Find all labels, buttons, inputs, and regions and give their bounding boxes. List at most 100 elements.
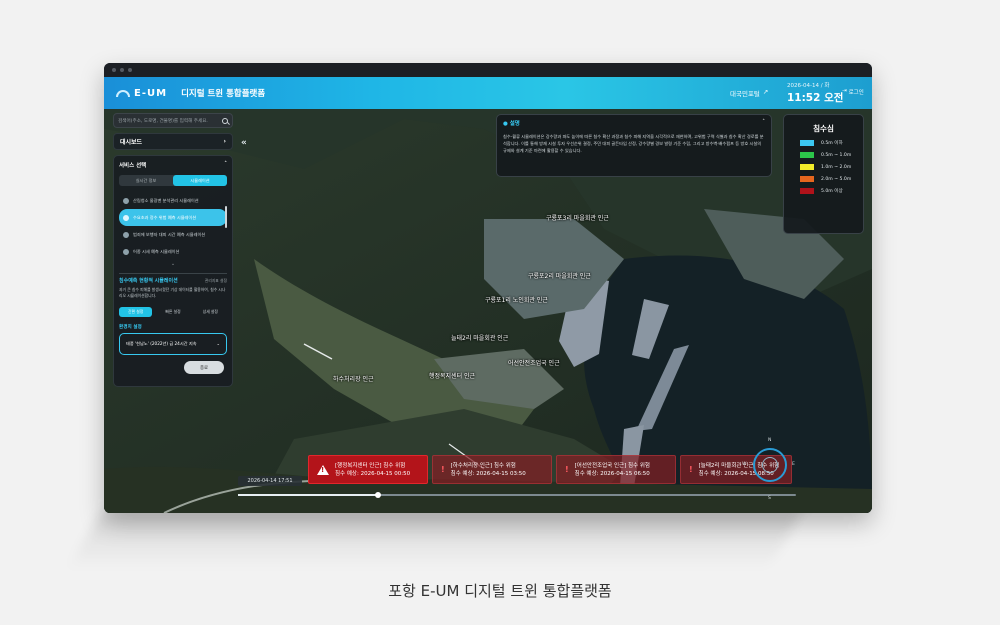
map-label[interactable]: 구룡포3리 마을회관 인근: [546, 213, 609, 222]
dashboard-button[interactable]: 대시보드 ›: [113, 133, 233, 150]
service-panel: 서비스 선택 ˄ 실시간 정보 시뮬레이션 산림청소 물광맨 분석관리 시뮬레이…: [113, 155, 233, 387]
mode-simple[interactable]: 간편 설정: [119, 307, 153, 317]
map-label[interactable]: 구룡포2리 마을회관 인근: [528, 271, 591, 280]
alert-text: [행정복지센터 인근] 침수 위험 침수 예상: 2026-04-15 00:5…: [335, 462, 410, 478]
info-panel-header[interactable]: ● 설명 ˄: [503, 119, 765, 127]
app-title: 디지털 트윈 통합플랫폼: [181, 89, 266, 99]
service-icon: [123, 248, 129, 255]
tab-simulation[interactable]: 시뮬레이션: [173, 175, 227, 186]
login-button[interactable]: ⇥ 로그인: [842, 88, 864, 96]
portal-label: 대국민포털: [730, 90, 760, 98]
legend-label: 0.5m 이하: [821, 141, 843, 146]
alert-title: [어선안전조업국 인근] 침수 위험: [574, 462, 650, 469]
portal-link[interactable]: 대국민포털 ↗: [730, 88, 768, 98]
service-item[interactable]: 범죄에 보행자 대피 시간 예측 시뮬레이션: [119, 226, 227, 243]
warning-icon: [317, 464, 329, 475]
flood-sim-description: 과거 큰 침수 피해를 발생시켰던 기상 데이터를 활용하여, 침수 시나리오 …: [119, 287, 226, 298]
compass-south: S: [768, 496, 771, 501]
map-label[interactable]: 어선안전조업국 인근: [508, 358, 560, 367]
legend-swatch: [800, 164, 814, 170]
legend-label: 2.0m ~ 5.0m: [821, 176, 852, 182]
info-panel-title: ● 설명: [503, 119, 520, 127]
legend-label: 5.0m 이상: [821, 189, 843, 194]
flood-sim-title: 침수예측 현황적 시뮬레이션: [119, 278, 178, 284]
window-titlebar: [104, 63, 872, 77]
service-tabs: 실시간 정보 시뮬레이션: [119, 175, 227, 186]
map-label[interactable]: 늘태2리 마을회관 인근: [451, 333, 508, 342]
collapse-list-icon[interactable]: ˄: [119, 264, 227, 270]
legend-swatch: [800, 176, 814, 182]
search-icon[interactable]: [222, 117, 228, 124]
legend-item: 0.5m ~ 1.0m: [800, 152, 863, 158]
app-header: E-UM 디지털 트윈 통합플랫폼 대국민포털 ↗ 2026-04-14 / 화…: [104, 77, 872, 109]
warning-icon: !: [689, 465, 693, 474]
legend-item: 2.0m ~ 5.0m: [800, 176, 863, 182]
service-label: 범죄에 보행자 대피 시간 예측 시뮬레이션: [133, 231, 206, 237]
login-label: 로그인: [848, 90, 864, 96]
tab-realtime[interactable]: 실시간 정보: [119, 175, 173, 186]
condition-select[interactable]: 태풍 '힌남노' (2022년) 급 24시간 지속 ⌄: [119, 333, 227, 355]
login-icon: ⇥: [842, 88, 847, 94]
alert-eta: 침수 예상: 2026-04-15 00:50: [335, 470, 411, 477]
legend-swatch: [800, 152, 814, 158]
alert-card[interactable]: ! [어선안전조업국 인근] 침수 위험 침수 예상: 2026-04-15 0…: [556, 455, 676, 484]
external-link-icon: ↗: [762, 88, 769, 96]
mode-detail[interactable]: 상세 설정: [194, 307, 227, 317]
legend-swatch: [800, 140, 814, 146]
divider: [119, 273, 227, 274]
service-item[interactable]: 어종 시세 예측 시뮬레이션: [119, 243, 227, 260]
chevron-up-icon: ˄: [224, 161, 227, 167]
compass-control[interactable]: N W E S: [742, 438, 795, 508]
flood-depth-legend: 침수심 0.5m 이하 0.5m ~ 1.0m 1.0m ~ 2.0m 2.0m…: [783, 114, 864, 234]
warning-icon: !: [565, 465, 569, 474]
timeline-track[interactable]: [238, 492, 796, 498]
alert-eta: 침수 예상: 2026-04-15 06:50: [574, 470, 650, 477]
search-input[interactable]: 검색어(주소, 도로명, 건물명)를 입력해 주세요.: [118, 118, 222, 124]
alert-title: [행정복지센터 인근] 침수 위험: [335, 462, 406, 469]
service-list: 산림청소 물광맨 분석관리 시뮬레이션 수요초과 정수 위험 예측 시뮬레이션 …: [119, 192, 227, 264]
chevron-up-icon[interactable]: ˄: [762, 119, 765, 127]
info-panel-body: 침수-월류 시뮬레이션은 강수량과 파도 높이에 따른 침수 확산 과정과 침수…: [503, 134, 764, 153]
timeline-handle[interactable]: [374, 492, 381, 498]
map-label[interactable]: 구룡포1리 노인회관 인근: [485, 295, 548, 304]
legend-swatch: [800, 188, 814, 194]
map-label[interactable]: 하수처리장 인근: [333, 374, 374, 383]
mode-quick[interactable]: 빠른 설정: [156, 307, 189, 317]
info-panel: ● 설명 ˄ 침수-월류 시뮬레이션은 강수량과 파도 높이에 따른 침수 확산…: [496, 114, 772, 177]
service-panel-title: 서비스 선택: [119, 163, 147, 169]
service-icon: [123, 214, 129, 221]
flood-sim-settings[interactable]: 관리지표 설정: [205, 278, 227, 284]
alert-title: [하수처리장 인근] 침수 위험: [450, 462, 516, 469]
service-item[interactable]: 산림청소 물광맨 분석관리 시뮬레이션: [119, 192, 227, 209]
app-logo[interactable]: E-UM: [116, 88, 167, 99]
search-bar[interactable]: 검색어(주소, 도로명, 건물명)를 입력해 주세요.: [113, 113, 233, 128]
dashboard-label: 대시보드: [120, 139, 143, 146]
collapse-sidebar-icon[interactable]: «: [241, 138, 247, 148]
timeline-progress: [238, 494, 378, 496]
legend-label: 0.5m ~ 1.0m: [821, 152, 852, 158]
alert-card[interactable]: ! [하수처리장 인근] 침수 위험 침수 예상: 2026-04-15 03:…: [432, 455, 552, 484]
service-list-scrollbar[interactable]: [225, 206, 227, 228]
legend-label: 1.0m ~ 2.0m: [821, 164, 852, 170]
service-panel-header[interactable]: 서비스 선택 ˄: [119, 161, 227, 169]
service-label: 산림청소 물광맨 분석관리 시뮬레이션: [133, 197, 199, 203]
alert-card[interactable]: [행정복지센터 인근] 침수 위험 침수 예상: 2026-04-15 00:5…: [308, 455, 428, 484]
alert-text: [어선안전조업국 인근] 침수 위험 침수 예상: 2026-04-15 06:…: [575, 462, 650, 478]
legend-item: 0.5m 이하: [800, 140, 863, 146]
chevron-down-icon: ⌄: [216, 341, 220, 346]
condition-label: 환경치 설정: [119, 325, 142, 330]
flood-alerts: [행정복지센터 인근] 침수 위험 침수 예상: 2026-04-15 00:5…: [308, 455, 792, 484]
service-icon: [123, 231, 129, 238]
legend-item: 1.0m ~ 2.0m: [800, 164, 863, 170]
end-button[interactable]: 종료: [184, 361, 224, 374]
flood-sim-header: 침수예측 현황적 시뮬레이션 관리지표 설정: [119, 277, 227, 285]
legend-item: 5.0m 이상: [800, 188, 863, 194]
service-label: 수요초과 정수 위험 예측 시뮬레이션: [133, 214, 197, 220]
timeline-current-time: 2026-04-14 17:51: [238, 476, 302, 486]
map-label[interactable]: 행정복지센터 인근: [429, 371, 475, 380]
warning-icon: !: [441, 465, 445, 474]
compass-east: E: [792, 462, 795, 467]
condition-value: 태풍 '힌남노' (2022년) 급 24시간 지속: [126, 341, 197, 346]
service-item-selected[interactable]: 수요초과 정수 위험 예측 시뮬레이션: [119, 209, 227, 226]
chevron-right-icon: ›: [223, 138, 226, 145]
